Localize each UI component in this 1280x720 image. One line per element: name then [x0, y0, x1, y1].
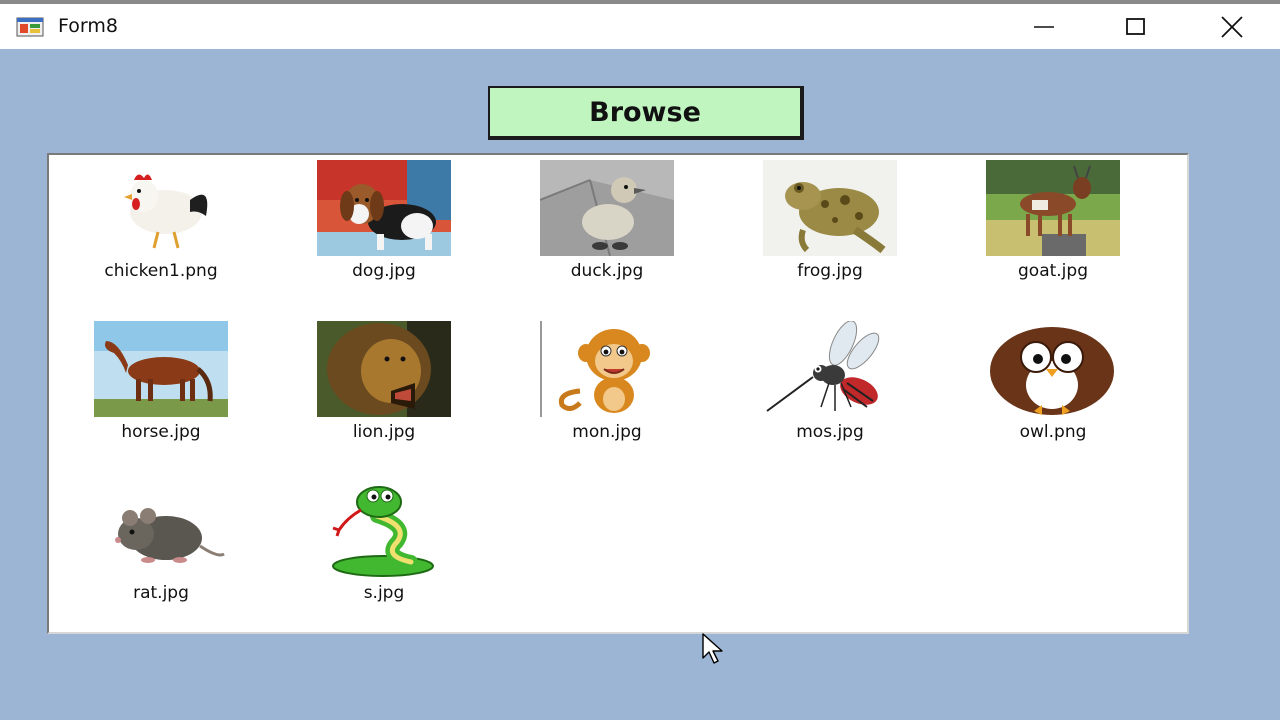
owl-icon [986, 321, 1120, 417]
close-button[interactable] [1186, 4, 1278, 49]
goat-icon [986, 160, 1120, 256]
minimize-icon [1034, 25, 1054, 28]
image-caption: frog.jpg [797, 261, 863, 281]
list-item-lion[interactable]: lion.jpg [272, 316, 482, 456]
list-item-owl[interactable]: owl.png [941, 316, 1151, 456]
list-item-mosquito[interactable]: mos.jpg [718, 316, 928, 456]
image-caption: owl.png [1019, 422, 1087, 442]
image-caption: lion.jpg [352, 422, 416, 442]
list-item-dog[interactable]: dog.jpg [272, 155, 482, 295]
browse-button[interactable]: Browse [488, 86, 804, 140]
window-title: Form8 [58, 15, 118, 37]
minimize-button[interactable] [998, 4, 1090, 49]
list-item-goat[interactable]: goat.jpg [941, 155, 1151, 295]
image-caption: mon.jpg [572, 422, 642, 442]
image-caption: chicken1.png [104, 261, 218, 281]
list-item-snake[interactable]: s.jpg [272, 477, 482, 617]
snake-icon [317, 482, 451, 578]
lion-icon [317, 321, 451, 417]
list-item-duck[interactable]: duck.jpg [495, 155, 705, 295]
app-icon [16, 17, 44, 37]
list-item-frog[interactable]: frog.jpg [718, 155, 928, 295]
rat-icon [94, 482, 228, 578]
image-caption: duck.jpg [570, 261, 644, 281]
image-caption: mos.jpg [796, 422, 864, 442]
list-item-chicken[interactable]: chicken1.png [49, 155, 259, 295]
list-item-monkey[interactable]: mon.jpg [495, 316, 705, 456]
dog-icon [317, 160, 451, 256]
horse-icon [94, 321, 228, 417]
frog-icon [763, 160, 897, 256]
image-caption: s.jpg [363, 583, 405, 603]
image-caption: rat.jpg [133, 583, 189, 603]
mouse-cursor-icon [702, 633, 723, 664]
image-caption: horse.jpg [121, 422, 201, 442]
list-item-horse[interactable]: horse.jpg [49, 316, 259, 456]
image-caption: dog.jpg [352, 261, 416, 281]
close-icon [1221, 15, 1243, 38]
title-bar[interactable]: Form8 [0, 4, 1280, 49]
mosquito-icon [763, 321, 897, 417]
duck-icon [540, 160, 674, 256]
chicken-icon [94, 160, 228, 256]
image-caption: goat.jpg [1018, 261, 1088, 281]
monkey-icon [540, 321, 674, 417]
image-list-view[interactable]: chicken1.png dog.jpg duck.jpg frog.jpg g… [47, 153, 1189, 634]
maximize-icon [1126, 17, 1145, 35]
maximize-button[interactable] [1090, 4, 1182, 49]
form-window: Form8 Browse chicken1.png dog.jpg duck.j… [0, 0, 1280, 720]
list-item-rat[interactable]: rat.jpg [49, 477, 259, 617]
